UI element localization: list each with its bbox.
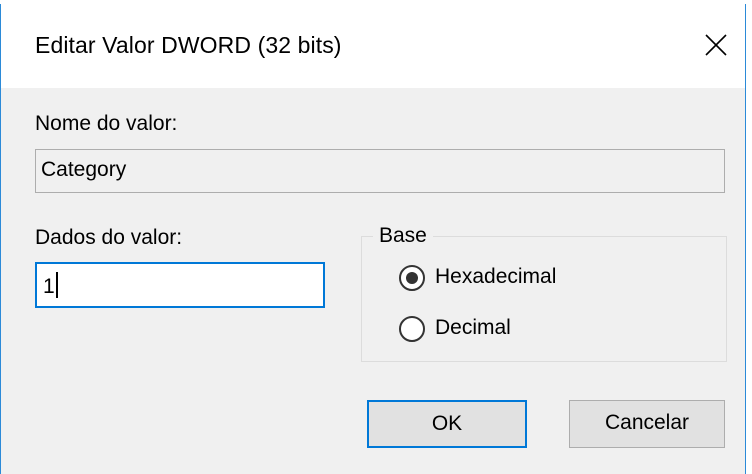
- value-data-input[interactable]: 1: [35, 262, 325, 308]
- radio-button-icon[interactable]: [399, 316, 425, 342]
- title-bar[interactable]: Editar Valor DWORD (32 bits): [1, 4, 745, 88]
- value-name-label: Nome do valor:: [35, 112, 178, 135]
- radio-hexadecimal-label: Hexadecimal: [435, 265, 557, 288]
- base-group-title: Base: [373, 224, 433, 248]
- dialog-title: Editar Valor DWORD (32 bits): [35, 32, 342, 58]
- close-button[interactable]: [681, 4, 745, 88]
- value-name-field: Category: [35, 149, 725, 193]
- radio-button-icon[interactable]: [399, 265, 425, 291]
- close-icon: [705, 34, 727, 56]
- screen: Editar Valor DWORD (32 bits) Nome do val…: [0, 0, 752, 474]
- base-groupbox: [361, 236, 727, 362]
- radio-selected-dot: [406, 272, 418, 284]
- text-caret: [55, 272, 58, 298]
- value-data-label: Dados do valor:: [35, 226, 183, 249]
- cancel-button[interactable]: Cancelar: [569, 400, 725, 448]
- value-data-text: 1: [43, 275, 55, 298]
- edit-dword-dialog: Editar Valor DWORD (32 bits) Nome do val…: [0, 4, 746, 474]
- radio-decimal-label: Decimal: [435, 316, 511, 339]
- ok-button[interactable]: OK: [367, 400, 527, 448]
